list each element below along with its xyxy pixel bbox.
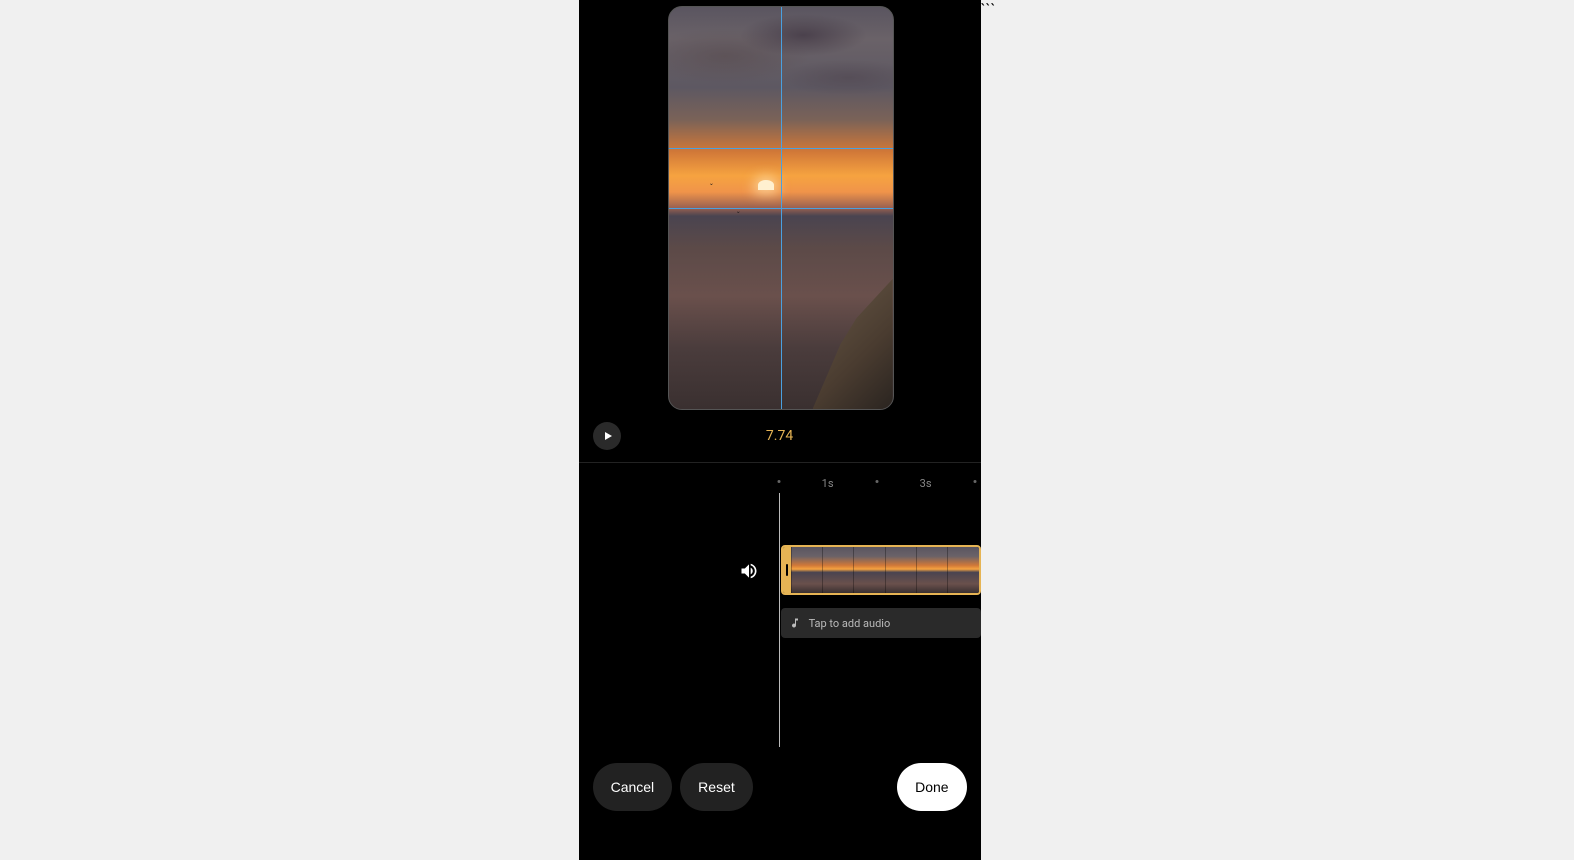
clip-thumbnail (916, 547, 947, 593)
preview-area: ⌄ ⌄ 7.74 (579, 0, 981, 463)
add-audio-track[interactable]: Tap to add audio (781, 608, 981, 638)
ruler-dot (875, 480, 878, 483)
timeline-area: 1s 3s Tap to add audio (579, 463, 981, 860)
ruler-tick: 3s (920, 477, 932, 490)
sound-icon (739, 561, 759, 581)
ruler-dot (973, 480, 976, 483)
cancel-button[interactable]: Cancel (593, 763, 673, 811)
alignment-guide-vertical (781, 7, 782, 409)
bird-silhouette: ⌄ (709, 180, 714, 187)
music-note-icon (789, 617, 801, 629)
done-button[interactable]: Done (897, 763, 966, 811)
clip-thumbnail (947, 547, 978, 593)
video-preview[interactable]: ⌄ ⌄ (668, 6, 894, 410)
clip-thumbnail (791, 547, 822, 593)
add-audio-label: Tap to add audio (809, 617, 891, 630)
video-track-clip[interactable] (781, 545, 981, 595)
clip-thumbnail (853, 547, 884, 593)
sun-highlight (758, 180, 774, 190)
ruler-dot (777, 480, 780, 483)
reset-button[interactable]: Reset (680, 763, 753, 811)
duration-label: 7.74 (579, 428, 981, 444)
clip-thumbnail (885, 547, 916, 593)
ruler-tick: 1s (822, 477, 834, 490)
bird-silhouette: ⌄ (736, 208, 741, 215)
bottom-action-bar: Cancel Reset Done (579, 762, 981, 812)
video-editor-screen: ⌄ ⌄ 7.74 1s 3s (579, 0, 981, 860)
clip-thumbnail (822, 547, 853, 593)
time-ruler: 1s 3s (579, 471, 981, 491)
playhead[interactable] (779, 493, 780, 747)
trim-handle-left[interactable] (783, 547, 791, 593)
sound-toggle-button[interactable] (739, 561, 761, 583)
